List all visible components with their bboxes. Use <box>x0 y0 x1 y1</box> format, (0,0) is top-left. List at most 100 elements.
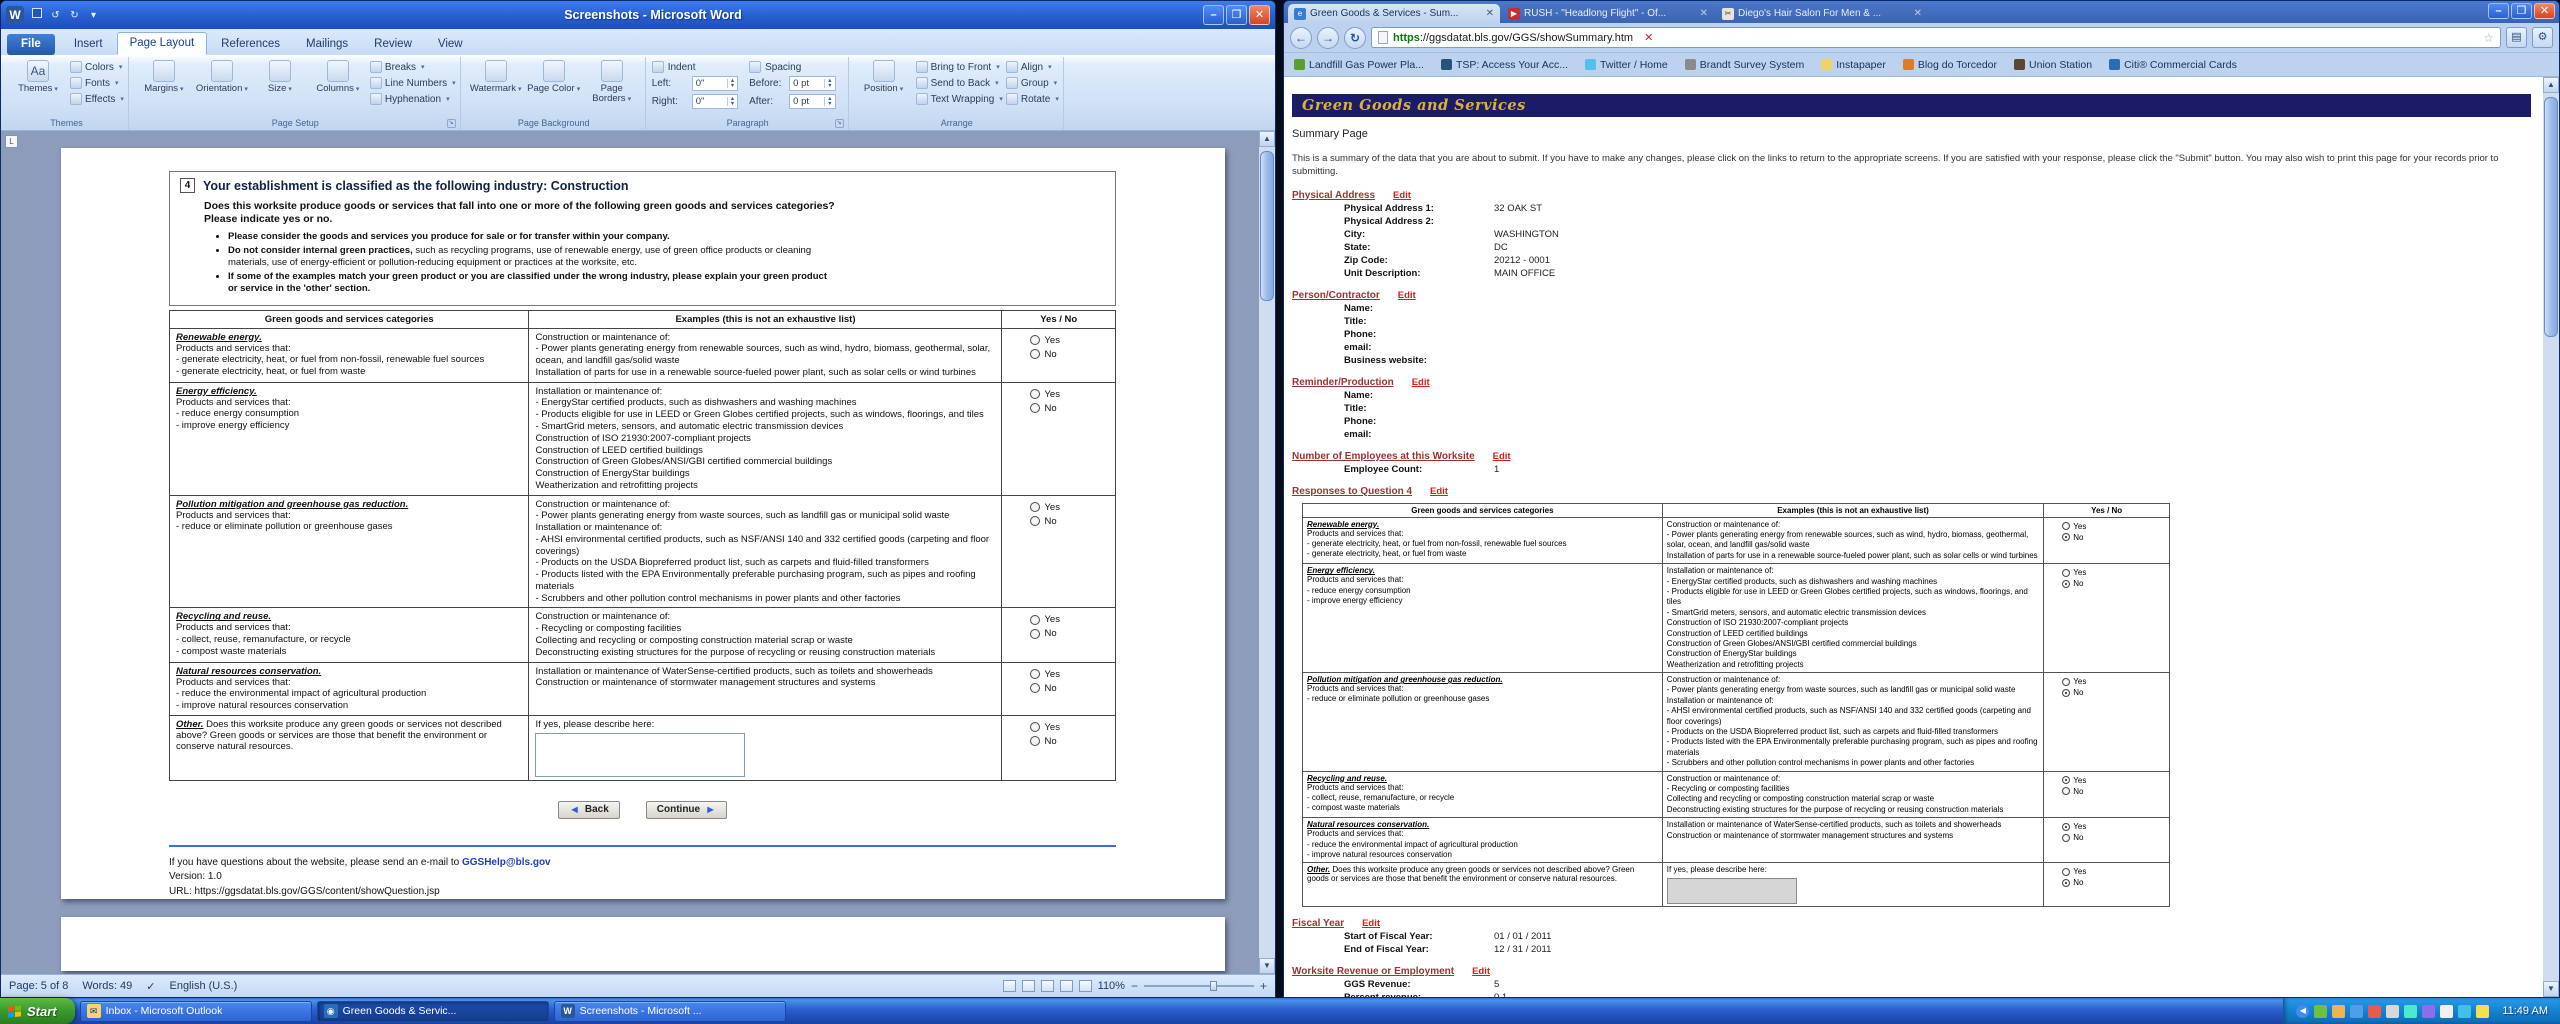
ribbon-tab[interactable]: References <box>209 34 292 55</box>
dialog-launcher-icon[interactable]: ↘ <box>835 119 844 128</box>
bookmark-item[interactable]: Blog do Torcedor <box>1903 59 1997 71</box>
ribbon-tab[interactable]: View <box>426 34 475 55</box>
bookmark-item[interactable]: Union Station <box>2014 59 2092 71</box>
no-radio[interactable] <box>2062 580 2070 588</box>
page-menu-icon[interactable]: ▤ <box>2506 27 2527 48</box>
edit-link[interactable]: Edit <box>1472 966 1490 977</box>
zoom-level[interactable]: 110% <box>1098 980 1125 992</box>
save-button[interactable] <box>29 8 44 23</box>
other-description-input[interactable] <box>1667 878 1797 904</box>
address-bar[interactable]: https://ggsdatat.bls.gov/GGS/showSummary… <box>1371 27 2501 48</box>
minimize-button[interactable]: – <box>2488 3 2509 19</box>
tray-icon[interactable] <box>2476 1005 2489 1018</box>
taskbar-button[interactable]: W Screenshots - Microsoft ... <box>554 1001 786 1022</box>
no-radio[interactable] <box>1030 403 1040 413</box>
proofing-icon[interactable]: ✓ <box>146 980 155 993</box>
section-link[interactable]: Number of Employees at this Worksite <box>1292 451 1475 462</box>
ribbon-tab[interactable]: Review <box>362 34 424 55</box>
ribbon-big-button[interactable]: Orientation▾ <box>193 58 251 96</box>
reload-button[interactable]: ↻ <box>1344 27 1366 49</box>
browser-tab[interactable]: ✂ Diego's Hair Salon For Men & ... ✕ <box>1716 4 1928 23</box>
yes-radio[interactable] <box>1030 615 1040 625</box>
ribbon-tab[interactable]: Mailings <box>294 34 360 55</box>
tray-icon[interactable] <box>2314 1005 2327 1018</box>
qat-dropdown-icon[interactable]: ▾ <box>86 8 101 23</box>
ribbon-small-button[interactable]: Effects ▾ <box>70 93 124 105</box>
ribbon-big-button[interactable]: Columns▾ <box>309 58 367 96</box>
stepper-arrows-icon[interactable]: ▲▼ <box>824 79 834 88</box>
page-indicator[interactable]: Page: 5 of 8 <box>9 980 68 992</box>
scroll-up-icon[interactable]: ▲ <box>1259 131 1275 147</box>
edit-link[interactable]: Edit <box>1362 918 1380 929</box>
yes-radio[interactable] <box>1030 502 1040 512</box>
tray-icon[interactable] <box>2368 1005 2381 1018</box>
indent-right-stepper[interactable]: 0"▲▼ <box>692 94 738 109</box>
bookmark-item[interactable]: Landfill Gas Power Pla... <box>1294 59 1424 71</box>
restore-button[interactable]: ❐ <box>2511 3 2532 19</box>
taskbar-button[interactable]: ✉ Inbox - Microsoft Outlook <box>80 1001 312 1022</box>
ribbon-tab[interactable]: Insert <box>62 34 115 55</box>
ribbon-small-button[interactable]: Hyphenation ▾ <box>370 93 456 105</box>
ribbon-small-button[interactable]: Bring to Front ▾ <box>916 61 1003 73</box>
no-radio[interactable] <box>1030 516 1040 526</box>
tab-selector-icon[interactable]: L <box>5 135 18 148</box>
ribbon-big-button[interactable]: Page Color▾ <box>525 58 583 107</box>
bookmark-star-icon[interactable]: ☆ <box>2483 31 2494 45</box>
zoom-slider[interactable] <box>1144 985 1254 987</box>
no-radio[interactable] <box>2062 533 2070 541</box>
no-radio[interactable] <box>2062 879 2070 887</box>
print-layout-view-icon[interactable] <box>1003 980 1016 992</box>
browser-scrollbar[interactable]: ▲ ▼ <box>2543 77 2559 997</box>
section-link[interactable]: Reminder/Production <box>1292 377 1394 388</box>
yes-radio[interactable] <box>2062 823 2070 831</box>
no-radio[interactable] <box>2062 834 2070 842</box>
edit-link[interactable]: Edit <box>1493 451 1511 462</box>
scrollbar-thumb[interactable] <box>1260 151 1274 301</box>
fullscreen-view-icon[interactable] <box>1022 980 1035 992</box>
bookmark-item[interactable]: Brandt Survey System <box>1685 59 1804 71</box>
continue-button[interactable]: Continue► <box>646 801 727 819</box>
section-link[interactable]: Responses to Question 4 <box>1292 486 1412 497</box>
minimize-button[interactable]: – <box>1203 5 1224 25</box>
tab-close-icon[interactable]: ✕ <box>1486 8 1494 19</box>
forward-button[interactable]: → <box>1317 27 1339 49</box>
tab-close-icon[interactable]: ✕ <box>1914 8 1922 19</box>
themes-button[interactable]: Aa Themes▾ <box>9 58 67 96</box>
ribbon-small-button[interactable]: Align ▾ <box>1006 61 1059 73</box>
yes-radio[interactable] <box>1030 722 1040 732</box>
spacing-before-stepper[interactable]: 0 pt▲▼ <box>789 76 835 91</box>
tray-icon[interactable] <box>2404 1005 2417 1018</box>
ribbon-big-button[interactable]: Size▾ <box>251 58 309 96</box>
yes-radio[interactable] <box>2062 522 2070 530</box>
close-button[interactable]: ✕ <box>2534 3 2555 19</box>
outline-view-icon[interactable] <box>1060 980 1073 992</box>
bookmark-item[interactable]: Citi® Commercial Cards <box>2109 59 2237 71</box>
browser-tab[interactable]: e Green Goods & Services - Sum... ✕ <box>1288 4 1500 23</box>
back-button[interactable]: ← <box>1290 27 1312 49</box>
no-radio[interactable] <box>2062 689 2070 697</box>
word-titlebar[interactable]: W ↺ ↻ ▾ Screenshots - Microsoft Word – ❐… <box>1 1 1275 29</box>
tray-collapse-icon[interactable]: ◀ <box>2296 1005 2309 1018</box>
redo-button[interactable]: ↻ <box>67 8 82 23</box>
undo-button[interactable]: ↺ <box>48 8 63 23</box>
spacing-after-stepper[interactable]: 0 pt▲▼ <box>789 94 835 109</box>
ribbon-small-button[interactable]: Line Numbers ▾ <box>370 77 456 89</box>
scroll-down-icon[interactable]: ▼ <box>2543 981 2559 997</box>
ribbon-small-button[interactable]: Text Wrapping ▾ <box>916 93 1003 105</box>
tray-icon[interactable] <box>2440 1005 2453 1018</box>
dialog-launcher-icon[interactable]: ↘ <box>447 119 456 128</box>
help-email-link[interactable]: GGSHelp@bls.gov <box>462 857 551 868</box>
stepper-arrows-icon[interactable]: ▲▼ <box>727 97 737 106</box>
yes-radio[interactable] <box>1030 669 1040 679</box>
language-indicator[interactable]: English (U.S.) <box>169 980 237 992</box>
no-radio[interactable] <box>1030 629 1040 639</box>
yes-radio[interactable] <box>1030 389 1040 399</box>
section-link[interactable]: Worksite Revenue or Employment <box>1292 966 1454 977</box>
edit-link[interactable]: Edit <box>1393 190 1411 201</box>
ribbon-tab[interactable]: Page Layout <box>117 32 208 55</box>
section-link[interactable]: Person/Contractor <box>1292 290 1380 301</box>
ribbon-small-button[interactable]: Fonts ▾ <box>70 77 124 89</box>
scrollbar-thumb[interactable] <box>2544 97 2558 337</box>
other-description-input[interactable] <box>535 733 745 777</box>
zoom-slider-thumb[interactable] <box>1210 981 1217 991</box>
